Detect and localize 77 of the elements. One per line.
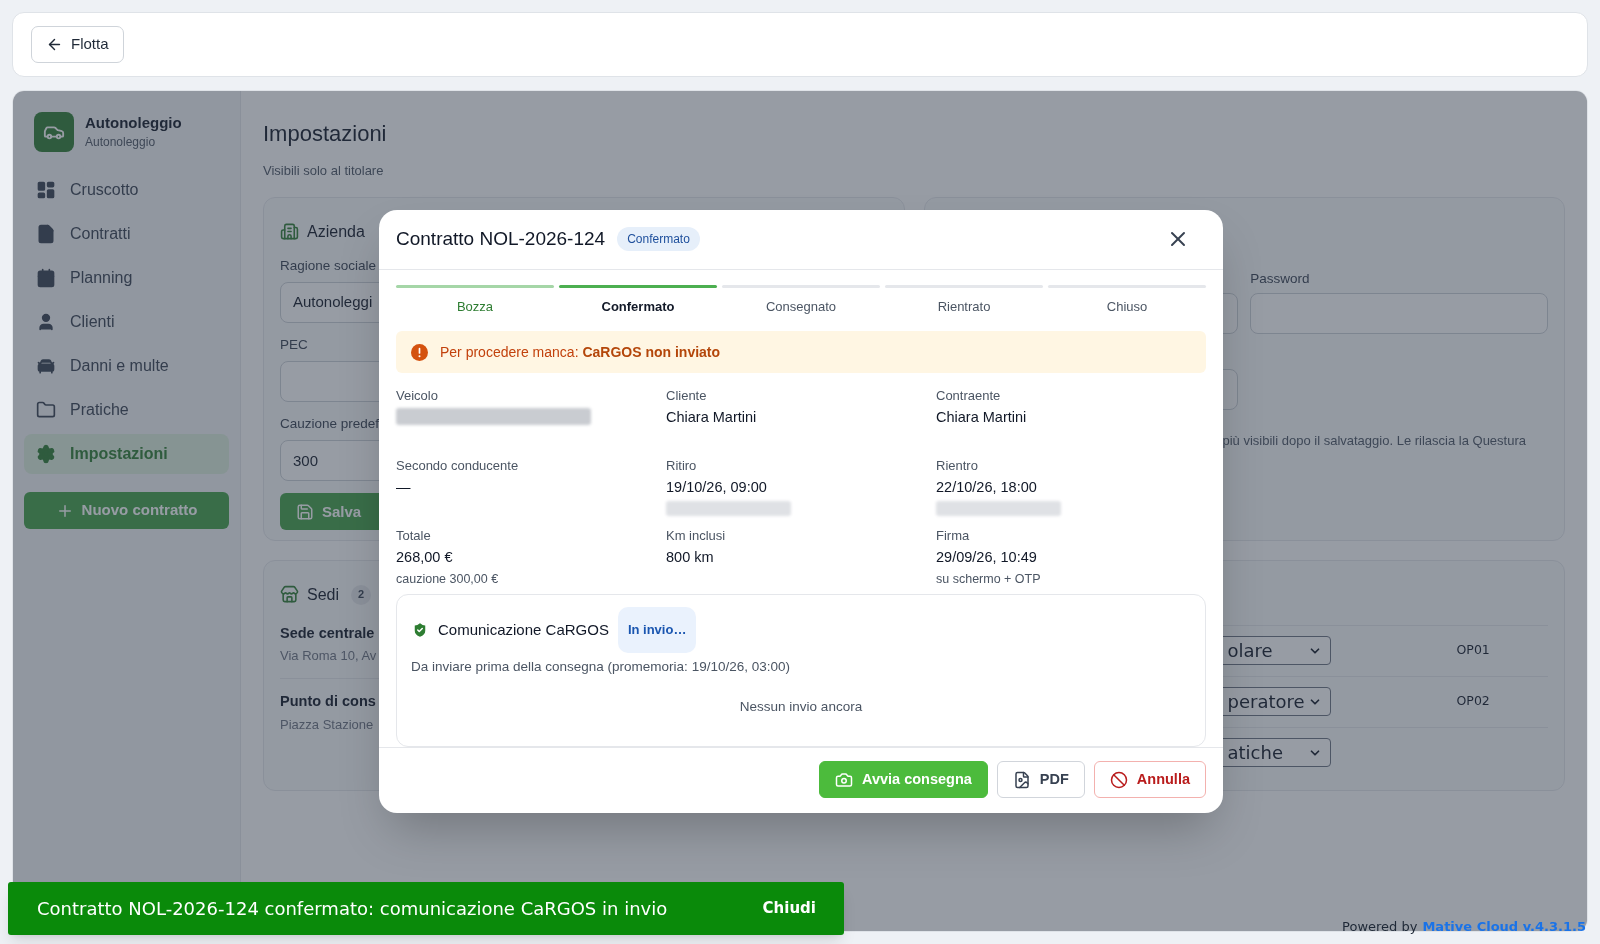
cancel-icon [1109,770,1128,789]
step-label: Chiuso [1106,297,1148,316]
location-name: Sede centrale [280,623,375,643]
detail-value: Chiara Martini [666,408,757,428]
field-label: PEC [280,335,308,354]
dialog-title: Contratto NOL-2026-124 [396,227,606,252]
store-icon [280,585,299,604]
powered-by-text: Powered by [1342,918,1418,936]
detail-label: Secondo conducente [396,457,519,476]
app-name: Autonoleggio [85,113,182,133]
building-icon [280,222,299,241]
nav-item[interactable]: Clienti [24,302,229,342]
calendar-icon [36,268,56,288]
document-icon [36,224,56,244]
card-title: Azienda [307,221,365,242]
detail-note: su schermo + OTP [936,571,1041,589]
field-label: Ragione sociale [280,256,377,275]
detail-value: Chiara Martini [936,408,1027,428]
back-button[interactable]: Flotta [31,26,124,63]
operator-code: OP01 [1456,641,1490,660]
folder-icon [36,400,56,420]
detail-note: cauzione 300,00 € [396,571,499,589]
location-name: Punto di cons [280,691,376,711]
nav-item[interactable]: Contratti [24,214,229,254]
dialog-button[interactable]: Avvia consegna [818,761,988,799]
detail-label: Cliente [666,387,707,406]
camera-icon [834,770,853,789]
warning-icon [411,343,428,361]
step-label: Consegnato [765,297,837,316]
status-badge: In invio… [617,607,697,653]
detail-value: 268,00 € [396,548,453,568]
nav-item[interactable]: Impostazioni [24,434,229,474]
password-field[interactable] [1250,292,1548,334]
toast-message: Contratto NOL-2026-124 confermato: comunicazione CaRGOS in invio [37,897,668,921]
help-text: più visibili dopo il salvataggio. Le rilascia la Questura [1222,432,1526,448]
detail-label: Veicolo [396,387,438,406]
status-badge: Confermato [617,227,700,252]
location-address: Via Roma 10, Av [280,647,377,666]
dialog-button[interactable]: Annulla [1093,761,1206,799]
panel-text: Da inviare prima della consegna (promemoria: 19/10/26, 03:00) [411,657,791,676]
person-icon [36,312,56,332]
toast-close-button[interactable]: Chiudi [762,897,816,920]
nav-item[interactable]: Cruscotto [24,170,229,210]
nav-item[interactable]: Planning [24,258,229,298]
operator-code: OP02 [1456,692,1490,711]
nav-item[interactable]: Pratiche [24,390,229,430]
pdf-file-icon [1012,770,1031,789]
step-label: Bozza [456,297,494,316]
detail-label: Firma [936,527,970,546]
step-label: Rientrato [937,297,991,316]
detail-value: 800 km [666,548,714,568]
detail-label: Contraente [936,387,1001,406]
detail-value: 22/10/26, 18:00 [936,478,1037,498]
detail-value: 29/09/26, 10:49 [936,548,1037,568]
panel-title: Comunicazione CaRGOS [438,619,609,640]
card-title: Sedi [307,584,340,605]
count-badge: 2 [351,584,372,605]
new-contract-button[interactable]: Nuovo contratto [24,492,229,529]
page-subtitle: Visibili solo al titolare [263,162,385,180]
step-label: Confermato [601,297,675,316]
app-subtitle: Autonoleggio [85,134,157,151]
shield-icon [411,621,429,640]
detail-label: Rientro [936,457,978,476]
empty-state-text: Nessun invio ancora [738,698,864,717]
location-address: Piazza Stazione [280,715,374,734]
detail-value: 19/10/26, 09:00 [666,478,767,498]
car-icon [36,356,56,376]
dialog-button[interactable]: PDF [996,761,1085,799]
field-label: Password [1250,269,1311,287]
page-title: Impostazioni [263,120,388,148]
detail-label: Ritiro [666,457,697,476]
dashboard-icon [36,180,56,200]
nav-item[interactable]: Danni e multe [24,346,229,386]
save-icon [296,502,314,521]
detail-label: Km inclusi [666,527,726,546]
field-label: Cauzione predef [280,415,380,433]
warning-text: Per procedere manca: CaRGOS non inviato [440,342,721,362]
